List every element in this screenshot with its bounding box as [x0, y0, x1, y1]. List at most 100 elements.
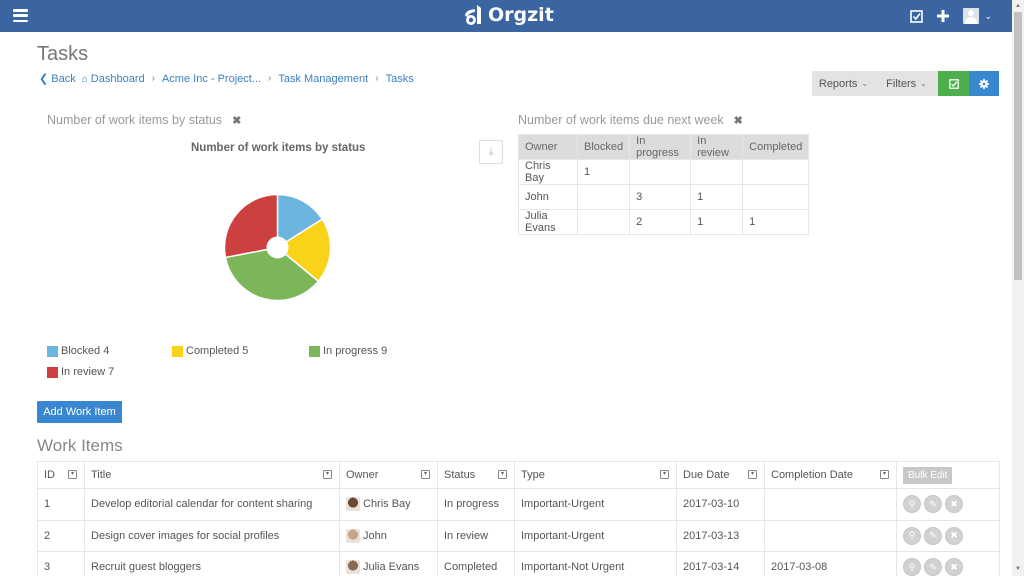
plus-icon[interactable] [937, 10, 950, 22]
column-label: Completion Date [771, 469, 853, 481]
hamburger-icon[interactable] [13, 9, 28, 22]
close-icon[interactable]: ✖ [232, 114, 241, 127]
status-cell: In review [437, 519, 515, 552]
view-icon: ⚲ [908, 561, 916, 572]
user-menu[interactable]: ⌄ [963, 8, 992, 24]
action-bar: Reports ⌄ Filters ⌄ [812, 71, 999, 96]
filter-dropdown-icon[interactable]: ▾ [748, 470, 757, 479]
legend-item-blocked[interactable]: Blocked 4 [47, 345, 109, 357]
checkbox-icon[interactable] [910, 9, 924, 23]
settings-button[interactable] [969, 71, 999, 96]
table-row[interactable]: 1 Develop editorial calendar for content … [37, 488, 1000, 521]
view-button[interactable]: ⚲ [903, 558, 921, 576]
legend-label: In review 7 [61, 366, 115, 378]
legend-item-in-progress[interactable]: In progress 9 [309, 345, 387, 357]
due-date-cell: 2017-03-10 [676, 488, 765, 521]
delete-button[interactable]: ✖ [945, 495, 963, 514]
legend-swatch [47, 345, 58, 357]
table-row[interactable]: 3 Recruit guest bloggers Julia Evans Comple… [37, 551, 1000, 576]
delete-icon: ✖ [950, 561, 958, 572]
scroll-down-arrow-icon[interactable]: ▼ [1012, 564, 1024, 574]
column-header-id[interactable]: ID ▾ [37, 461, 85, 489]
filter-dropdown-icon[interactable]: ▾ [68, 470, 77, 479]
breadcrumb-label: Dashboard [90, 72, 145, 85]
filter-dropdown-icon[interactable]: ▾ [498, 470, 507, 479]
status-widget-header: Number of work items by status ✖ [47, 113, 241, 127]
legend-swatch [172, 345, 183, 357]
column-header-owner[interactable]: Owner ▾ [339, 461, 438, 489]
filter-dropdown-icon[interactable]: ▾ [880, 470, 889, 479]
owner-cell: John [339, 519, 438, 552]
breadcrumb-project[interactable]: Acme Inc - Project... [162, 73, 261, 85]
view-button[interactable]: ⚲ [903, 495, 921, 514]
work-items-table: ID ▾ Title ▾ Owner ▾ Status ▾ Type ▾ Due Date… [37, 461, 1000, 576]
title-cell[interactable]: Recruit guest bloggers [84, 551, 340, 576]
gear-icon [979, 78, 989, 89]
view-button[interactable]: ⚲ [903, 526, 921, 545]
column-header-title[interactable]: Title ▾ [84, 461, 340, 489]
title-cell[interactable]: Develop editorial calendar for content s… [84, 488, 340, 521]
column-header-due-date[interactable]: Due Date ▾ [676, 461, 765, 489]
owner: Julia Evans [346, 560, 431, 575]
brand-logo[interactable]: Orgzit [463, 4, 554, 26]
count-cell [742, 159, 810, 185]
owner-avatar [346, 528, 360, 543]
view-icon: ⚲ [908, 530, 916, 541]
row-actions: ⚲ ✎ ✖ [903, 495, 993, 514]
id-cell: 3 [37, 551, 85, 576]
status-cell: In progress [437, 488, 515, 521]
column-header-type[interactable]: Type ▾ [514, 461, 677, 489]
column-header: Completed [742, 134, 810, 160]
owner-name: Chris Bay [363, 498, 411, 511]
status-widget-title: Number of work items by status [47, 113, 223, 127]
filter-dropdown-icon[interactable]: ▾ [660, 470, 669, 479]
completion-date-cell [764, 488, 897, 521]
delete-button[interactable]: ✖ [945, 558, 963, 576]
chevron-down-icon: ⌄ [861, 79, 869, 88]
legend-item-completed[interactable]: Completed 5 [172, 345, 248, 357]
breadcrumb-task-management[interactable]: Task Management [278, 73, 368, 85]
filters-dropdown[interactable]: Filters ⌄ [875, 71, 938, 96]
owner: John [346, 528, 431, 543]
select-button[interactable] [938, 71, 969, 96]
column-header-status[interactable]: Status ▾ [437, 461, 515, 489]
breadcrumb-separator: › [151, 73, 155, 84]
back-label: Back [51, 73, 76, 85]
download-button[interactable]: ⤓ [479, 140, 503, 164]
actions-cell: ⚲ ✎ ✖ [896, 519, 1000, 552]
chevron-down-icon: ⌄ [920, 79, 927, 88]
table-header-row: Owner Blocked In progress In review Comp… [518, 134, 810, 160]
chart-title: Number of work items by status [191, 142, 366, 154]
title-cell[interactable]: Design cover images for social profiles [84, 519, 340, 552]
count-cell [742, 184, 810, 210]
delete-button[interactable]: ✖ [945, 526, 963, 545]
close-icon[interactable]: ✖ [734, 114, 743, 127]
filter-dropdown-icon[interactable]: ▾ [323, 470, 332, 479]
row-actions: ⚲ ✎ ✖ [903, 558, 993, 576]
orgzit-logo-icon [465, 5, 481, 25]
breadcrumb-tasks[interactable]: Tasks [386, 73, 414, 85]
edit-button[interactable]: ✎ [924, 495, 942, 514]
scroll-thumb[interactable] [1014, 12, 1022, 280]
page-scrollbar[interactable]: ▲ ▼ [1012, 0, 1024, 576]
filter-dropdown-icon[interactable]: ▾ [421, 470, 430, 479]
add-work-item-button[interactable]: Add Work Item [37, 401, 122, 423]
column-header-completion-date[interactable]: Completion Date ▾ [764, 461, 897, 489]
reports-dropdown[interactable]: Reports ⌄ [812, 71, 875, 96]
download-icon: ⤓ [488, 145, 494, 158]
due-widget-title: Number of work items due next week [518, 113, 724, 127]
id-cell: 1 [37, 488, 85, 521]
checkbox-icon [948, 78, 959, 89]
legend-item-in-review[interactable]: In review 7 [47, 366, 114, 378]
back-link[interactable]: ❮ Back [39, 72, 76, 85]
scroll-up-arrow-icon[interactable]: ▲ [1012, 1, 1024, 11]
column-label: Status [444, 469, 476, 481]
id-cell: 2 [37, 519, 85, 552]
edit-button[interactable]: ✎ [924, 558, 942, 576]
edit-button[interactable]: ✎ [924, 526, 942, 545]
table-row[interactable]: 2 Design cover images for social profiles… [37, 519, 1000, 552]
owner-cell: Chris Bay [339, 488, 438, 521]
breadcrumb-dashboard[interactable]: ⌂ Dashboard [82, 73, 145, 85]
bulk-edit-button[interactable]: Bulk Edit [903, 466, 953, 484]
chevron-down-icon: ⌄ [984, 10, 992, 21]
